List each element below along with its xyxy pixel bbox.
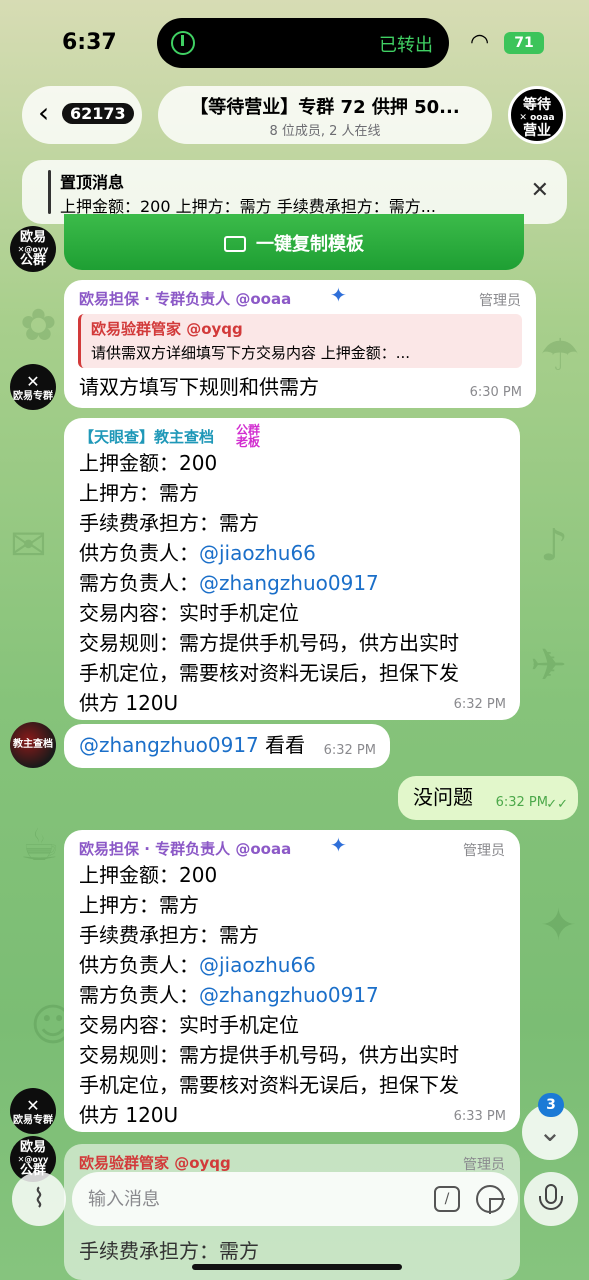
message-line: 手续费承担方：需方 bbox=[79, 1239, 259, 1263]
sender-name[interactable]: 欧易担保 · 专群负责人 @ooaa bbox=[79, 838, 291, 859]
message-input-container[interactable]: / bbox=[72, 1172, 518, 1226]
attach-button[interactable]: ⌇ bbox=[12, 1172, 66, 1226]
message-line: 供方 120U bbox=[79, 1103, 179, 1127]
message-line: 交易规则：需方提供手机号码，供方出实时 bbox=[79, 1043, 459, 1067]
sender-name[interactable]: 欧易验群管家 @oyqg bbox=[79, 1152, 231, 1173]
avatar-text: 营业 bbox=[523, 123, 551, 139]
copy-template-button[interactable]: 一键复制模板 bbox=[64, 214, 524, 270]
pinned-title: 置顶消息 bbox=[60, 173, 125, 192]
reply-text: 请供需双方详细填写下方交易内容 上押金额：... bbox=[91, 344, 411, 362]
message-line: 上押方：需方 bbox=[79, 893, 199, 917]
message-bubble[interactable]: 【天眼查】教主查档 公群 老板 上押金额：200 上押方：需方 手续费承担方：需方… bbox=[64, 418, 520, 720]
read-check-icon: ✓✓ bbox=[546, 797, 568, 812]
mic-stand bbox=[539, 1196, 563, 1210]
reply-sender: 欧易验群管家 @oyqg bbox=[91, 320, 243, 338]
message-text: 请双方填写下规则和供需方 bbox=[79, 375, 319, 399]
attach-icon: ⌇ bbox=[32, 1184, 46, 1214]
unread-badge: 3 bbox=[538, 1093, 564, 1117]
chat-avatar[interactable]: 等待 ✕ ooaa 营业 bbox=[508, 86, 566, 144]
sender-name[interactable]: 【天眼查】教主查档 bbox=[79, 426, 214, 447]
battery-indicator: 71 bbox=[504, 32, 544, 54]
mention-link[interactable]: @jiaozhu66 bbox=[199, 953, 316, 977]
message-line: 上押金额：200 bbox=[79, 451, 218, 475]
message-text: 看看 bbox=[265, 733, 306, 757]
live-activity-text: 已转出 bbox=[379, 35, 433, 56]
message-time: 6:32 PM bbox=[323, 743, 376, 758]
message-time: 6:30 PM bbox=[469, 385, 522, 400]
message-text: 没问题 bbox=[413, 785, 473, 809]
mention-link[interactable]: @zhangzhuo0917 bbox=[199, 983, 379, 1007]
message-line: 需方负责人：@zhangzhuo0917 bbox=[79, 980, 379, 1010]
avatar[interactable]: ✕ 欧易专群 bbox=[10, 364, 56, 410]
copy-template-label: 一键复制模板 bbox=[256, 234, 364, 255]
member-tag: 公群 老板 bbox=[236, 423, 261, 449]
sender-name[interactable]: 欧易担保 · 专群负责人 @ooaa bbox=[79, 288, 291, 309]
chat-title-area[interactable]: 【等待营业】专群 72 供押 50... 8 位成员, 2 人在线 bbox=[158, 86, 492, 144]
sticker-icon: ✦ bbox=[330, 833, 347, 857]
message-line: 供方负责人：@jiaozhu66 bbox=[79, 950, 316, 980]
message-bubble[interactable]: 欧易担保 · 专群负责人 @ooaa ✦ 管理员 上押金额：200 上押方：需方… bbox=[64, 830, 520, 1132]
clock: 6:37 bbox=[62, 30, 117, 55]
admin-role: 管理员 bbox=[479, 293, 521, 309]
message-time: 6:32 PM bbox=[495, 795, 548, 810]
label-text: 供方负责人： bbox=[79, 541, 199, 565]
message-bubble[interactable]: 欧易担保 · 专群负责人 @ooaa ✦ 管理员 欧易验群管家 @oyqg 请供… bbox=[64, 280, 536, 408]
message-line: 手机定位，需要核对资料无误后，担保下发 bbox=[79, 661, 459, 685]
message-input[interactable] bbox=[88, 1172, 428, 1226]
message-line: 上押方：需方 bbox=[79, 481, 199, 505]
label-text: 供方负责人： bbox=[79, 953, 199, 977]
mention-link[interactable]: @zhangzhuo0917 bbox=[199, 571, 379, 595]
label-text: 需方负责人： bbox=[79, 571, 199, 595]
chevron-down-icon: ⌄ bbox=[538, 1115, 562, 1148]
dynamic-island[interactable]: 已转出 bbox=[157, 18, 449, 68]
message-line: 交易规则：需方提供手机号码，供方出实时 bbox=[79, 631, 459, 655]
status-bar: 6:37 已转出 ◠ 71 bbox=[0, 0, 589, 88]
reply-preview[interactable]: 欧易验群管家 @oyqg 请供需双方详细填写下方交易内容 上押金额：... bbox=[78, 314, 522, 368]
message-line: 上押金额：200 bbox=[79, 863, 218, 887]
message-line: 手续费承担方：需方 bbox=[79, 511, 259, 535]
power-icon bbox=[171, 31, 195, 55]
message-line: 交易内容：实时手机定位 bbox=[79, 601, 299, 625]
message-line: 供方 120U bbox=[79, 691, 179, 715]
avatar-text: 欧易专群 bbox=[13, 1115, 53, 1126]
command-icon[interactable]: / bbox=[434, 1186, 460, 1212]
close-icon[interactable]: ✕ bbox=[531, 178, 549, 203]
message-time: 6:32 PM bbox=[453, 697, 506, 712]
avatar-text: 欧易专群 bbox=[13, 391, 53, 402]
avatar[interactable]: 欧易 ✕@oyy 公群 bbox=[10, 226, 56, 272]
message-line: 手续费承担方：需方 bbox=[79, 923, 259, 947]
wifi-icon: ◠ bbox=[470, 30, 490, 55]
avatar[interactable]: 教主查档 bbox=[10, 722, 56, 768]
message-line: 供方负责人：@jiaozhu66 bbox=[79, 538, 316, 568]
avatar[interactable]: ✕ 欧易专群 bbox=[10, 1088, 56, 1134]
outgoing-message-bubble[interactable]: 没问题 6:32 PM ✓✓ bbox=[398, 776, 578, 820]
keyboard-icon bbox=[224, 236, 246, 252]
message-line: 交易内容：实时手机定位 bbox=[79, 1013, 299, 1037]
mention-link[interactable]: @jiaozhu66 bbox=[199, 541, 316, 565]
back-chevron-icon: ‹ bbox=[38, 96, 50, 129]
back-button[interactable]: ‹ 62173 bbox=[22, 86, 142, 144]
message-time: 6:33 PM bbox=[453, 1109, 506, 1124]
home-indicator bbox=[192, 1264, 402, 1270]
label-text: 需方负责人： bbox=[79, 983, 199, 1007]
admin-role: 管理员 bbox=[463, 843, 505, 859]
message-line: 手机定位，需要核对资料无误后，担保下发 bbox=[79, 1073, 459, 1097]
sticker-icon[interactable] bbox=[476, 1185, 505, 1214]
avatar-text: 等待 bbox=[523, 97, 551, 113]
message-bubble[interactable]: @zhangzhuo0917 看看 6:32 PM bbox=[64, 724, 390, 768]
chat-subtitle: 8 位成员, 2 人在线 bbox=[269, 124, 381, 139]
mention-link[interactable]: @zhangzhuo0917 bbox=[79, 733, 259, 757]
sticker-icon: ✦ bbox=[330, 283, 347, 307]
chat-title: 【等待营业】专群 72 供押 50... bbox=[190, 97, 460, 118]
pin-indicator bbox=[48, 170, 51, 214]
message-line: 需方负责人：@zhangzhuo0917 bbox=[79, 568, 379, 598]
message-text: @zhangzhuo0917 看看 bbox=[79, 730, 305, 760]
unread-chats-count: 62173 bbox=[62, 103, 134, 124]
mic-button[interactable] bbox=[524, 1172, 578, 1226]
admin-role: 管理员 bbox=[463, 1157, 505, 1173]
